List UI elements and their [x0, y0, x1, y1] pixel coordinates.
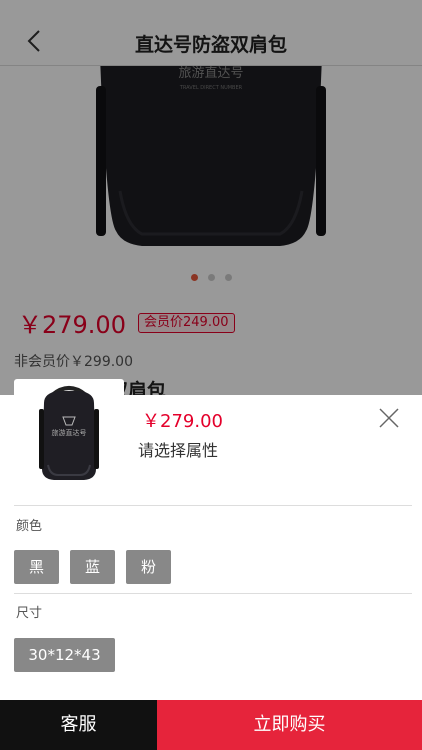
color-option-pink[interactable]: 粉 — [126, 550, 171, 584]
size-label: 尺寸 — [16, 606, 43, 621]
close-button[interactable] — [376, 405, 402, 431]
bottom-action-bar: 客服 立即购买 — [0, 700, 422, 750]
buy-now-button[interactable]: 立即购买 — [157, 700, 422, 750]
color-label: 颜色 — [16, 519, 43, 534]
backpack-thumbnail-icon: 旅游直达号 — [39, 386, 99, 480]
sheet-price: ￥279.00 — [142, 411, 223, 432]
product-thumbnail: 旅游直达号 — [14, 379, 124, 489]
select-attribute-hint: 请选择属性 — [138, 441, 219, 460]
divider — [14, 505, 412, 506]
size-option[interactable]: 30*12*43 — [14, 638, 115, 672]
close-icon — [379, 408, 399, 428]
divider — [14, 593, 412, 594]
attribute-sheet: 旅游直达号 ￥279.00 请选择属性 颜色 黑 蓝 粉 尺寸 30*12*43 — [0, 379, 422, 700]
thumbnail-logo: 旅游直达号 — [52, 428, 87, 437]
color-option-black[interactable]: 黑 — [14, 550, 59, 584]
customer-service-button[interactable]: 客服 — [0, 700, 157, 750]
color-option-blue[interactable]: 蓝 — [70, 550, 115, 584]
